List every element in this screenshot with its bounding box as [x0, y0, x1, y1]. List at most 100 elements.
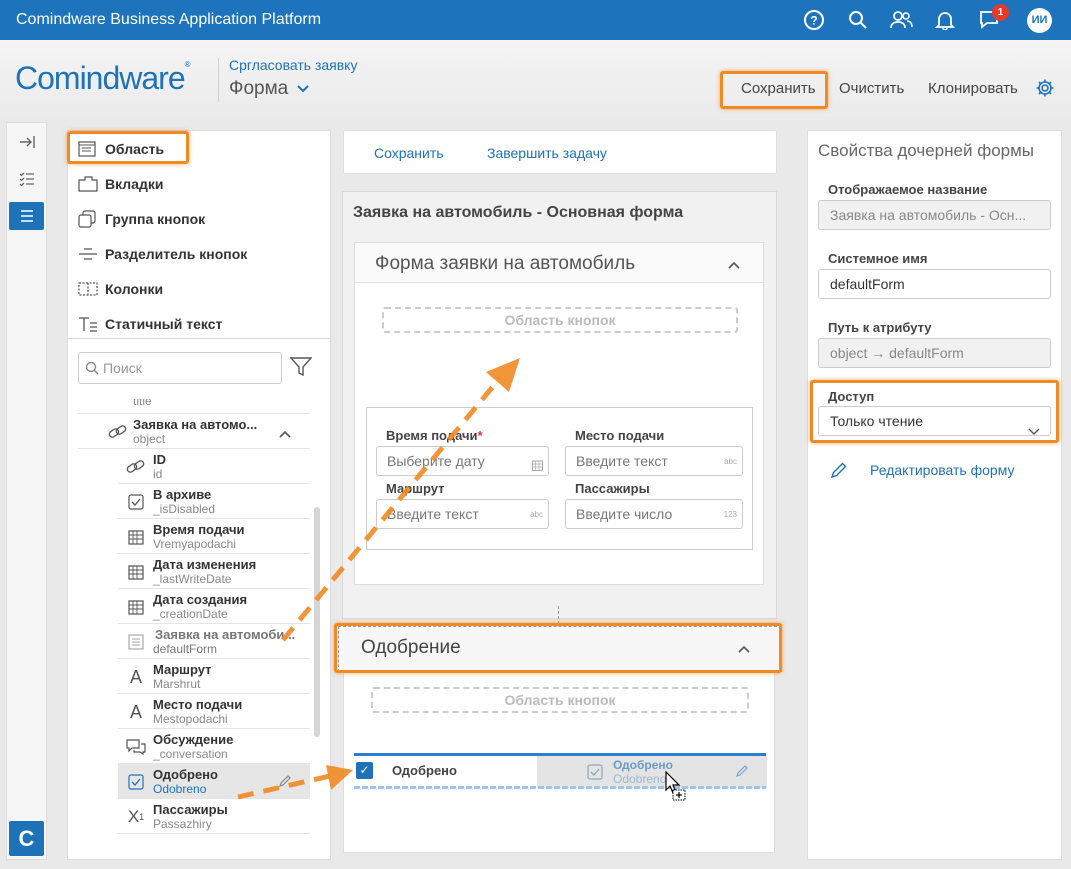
tree-item-label: Заявка на автомо...	[133, 417, 258, 432]
tree-item-label: Заявка на автомоби...	[155, 627, 296, 642]
tree-item[interactable]: Дата изменения _lastWriteDate	[118, 554, 310, 589]
tree-item[interactable]: ID id	[118, 449, 310, 484]
tool-button-separator[interactable]: Разделитель кнопок	[78, 243, 247, 265]
tool-area[interactable]: Область	[78, 138, 164, 160]
tree-item[interactable]: Время подачи Vremyapodachi	[118, 519, 310, 554]
text-input[interactable]: Введите текст abc	[565, 446, 743, 476]
field-label: Время подачи*	[386, 428, 483, 443]
save-button[interactable]: Сохранить	[741, 80, 816, 97]
drop-indicator-bottom	[354, 786, 766, 789]
tree-item[interactable]: Обсуждение _conversation	[118, 729, 310, 764]
list-icon[interactable]	[9, 202, 44, 230]
form-canvas: Сохранить Завершить задачу Заявка на авт…	[338, 122, 786, 860]
static-text-icon	[78, 316, 100, 332]
input-suffix: abc	[530, 510, 543, 519]
help-icon[interactable]: ?	[802, 8, 826, 32]
edit-form-label: Редактировать форму	[870, 462, 1015, 478]
section-approval: Одобрение Область кнопок Одобрено Odobre…	[338, 625, 782, 853]
tree-item-sub: title	[133, 399, 152, 408]
tool-columns[interactable]: Колонки	[78, 278, 163, 300]
complete-task-button[interactable]: Завершить задачу	[487, 145, 607, 161]
approved-checkbox[interactable]: ✓	[356, 762, 373, 779]
clear-button[interactable]: Очистить	[839, 80, 904, 97]
tree-item-sub: Mestopodachi	[153, 712, 228, 726]
section-title: Форма заявки на автомобиль	[375, 253, 636, 274]
tree-item-sub: Odobreno	[153, 782, 207, 796]
date-input[interactable]: Выберите дату	[376, 446, 549, 476]
chevron-down-icon	[296, 85, 309, 93]
clone-button[interactable]: Клонировать	[928, 80, 1018, 97]
tree-scrollbar[interactable]	[314, 507, 320, 737]
system-name-field[interactable]: defaultForm	[818, 269, 1051, 299]
tree-item[interactable]: A Место подачи Mestopodachi	[118, 694, 310, 729]
tree-item-sub: _conversation	[153, 747, 228, 761]
filter-icon[interactable]	[289, 357, 313, 380]
edit-form-link[interactable]: Редактировать форму	[830, 461, 1014, 479]
collapse-icon[interactable]	[9, 128, 44, 156]
tree-item-label: Маршрут	[153, 662, 212, 677]
checklist-icon[interactable]	[9, 165, 44, 193]
tree-item-sub: id	[153, 467, 163, 481]
chevron-up-icon[interactable]	[737, 641, 751, 657]
tree-item[interactable]: Заявка на автомоби... defaultForm	[118, 624, 310, 659]
button-area[interactable]: Область кнопок	[382, 307, 738, 333]
breadcrumb[interactable]: Срглaсовать заявку	[229, 57, 357, 73]
input-placeholder: Введите текст	[576, 453, 668, 469]
checkbox-icon	[587, 764, 603, 783]
calendar-icon	[532, 455, 543, 483]
tree-item-label: Время подачи	[153, 522, 245, 537]
tool-label: Вкладки	[105, 176, 164, 192]
section-vehicle-request: Форма заявки на автомобиль Область кнопо…	[354, 242, 764, 585]
input-placeholder: Введите число	[576, 506, 673, 522]
tree-item-sub: _creationDate	[153, 607, 228, 621]
tree-item-label: Одобрено	[153, 767, 218, 782]
pencil-icon[interactable]	[278, 774, 292, 791]
access-select[interactable]: Только чтение	[818, 406, 1051, 436]
area-icon	[78, 141, 100, 157]
tool-static-text[interactable]: Статичный текст	[78, 313, 222, 335]
tree-item-sub: Vremyapodachi	[153, 537, 236, 551]
avatar[interactable]: ИИ	[1027, 8, 1052, 33]
tree-item-expanded[interactable]: Заявка на автомо... object	[78, 414, 310, 449]
action-bar: Сохранить Завершить задачу	[343, 130, 777, 174]
tool-label: Область	[105, 141, 165, 157]
tool-button-group[interactable]: Группа кнопок	[78, 208, 205, 230]
button-area[interactable]: Область кнопок	[371, 687, 749, 713]
display-name-field[interactable]: Заявка на автомобиль - Осн...	[818, 200, 1051, 230]
toolbox-panel: Область Вкладки Группа кнопок Разделител…	[67, 130, 331, 860]
ghost-label: Одобрено	[613, 758, 673, 772]
chevron-up-icon[interactable]	[278, 426, 292, 442]
text-input[interactable]: Введите текст abc	[376, 499, 549, 529]
tree-item-selected[interactable]: Одобрено Odobreno	[118, 764, 310, 799]
ghost-sub: Odobreno	[613, 772, 667, 786]
tree-item[interactable]: A Маршрут Marshrut	[118, 659, 310, 694]
chevron-up-icon[interactable]	[727, 257, 741, 273]
users-icon[interactable]	[889, 8, 913, 32]
tool-tabs[interactable]: Вкладки	[78, 173, 163, 195]
header-divider	[218, 58, 219, 102]
tree-item[interactable]: title	[78, 399, 310, 414]
tree-item-sub: defaultForm	[153, 642, 218, 656]
comindware-logo-icon[interactable]: C	[9, 821, 44, 856]
canvas-save-button[interactable]: Сохранить	[374, 145, 444, 161]
section-header[interactable]: Одобрение	[338, 626, 782, 672]
tool-label: Колонки	[105, 281, 164, 297]
svg-text:?: ?	[810, 14, 817, 28]
number-input[interactable]: Введите число 123	[565, 499, 743, 529]
attribute-path-field[interactable]: object → defaultForm	[818, 338, 1051, 368]
drag-ghost: Одобрено Odobreno	[537, 756, 767, 788]
search-input[interactable]: Поиск	[78, 352, 282, 384]
button-group-icon	[78, 210, 100, 228]
search-icon[interactable]	[846, 8, 870, 32]
tree-item[interactable]: X1 Пассажиры Passazhiry	[118, 799, 310, 834]
form-selector[interactable]: Форма	[229, 78, 310, 100]
section-header[interactable]: Форма заявки на автомобиль	[355, 243, 763, 283]
left-rail: C	[6, 122, 47, 860]
form-icon	[126, 632, 146, 652]
tree-item-label: Дата изменения	[153, 557, 257, 572]
bell-icon[interactable]	[933, 8, 957, 32]
tree-item[interactable]: В архиве _isDisabled	[118, 484, 310, 519]
checkbox-icon	[126, 492, 146, 512]
tree-item[interactable]: Дата создания _creationDate	[118, 589, 310, 624]
gear-icon[interactable]	[1035, 78, 1055, 101]
